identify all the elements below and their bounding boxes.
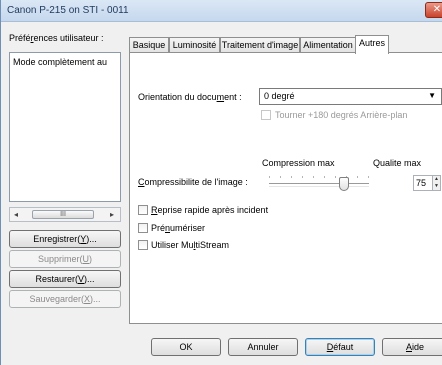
rotate-180-checkbox[interactable] — [261, 110, 271, 120]
user-preferences-label: Préférences utilisateur : — [9, 33, 104, 43]
scroll-right-icon[interactable]: ▸ — [110, 210, 114, 219]
prescan-checkbox[interactable] — [138, 223, 148, 233]
title-bar[interactable]: Canon P-215 on STI - 0011 ✕ — [1, 0, 442, 22]
spin-arrows-icon[interactable]: ▲ ▼ — [432, 176, 440, 190]
compression-slider-thumb[interactable] — [339, 177, 349, 191]
orientation-value: 0 degré — [264, 91, 295, 101]
multistream-label: Utiliser MultiStream — [151, 240, 230, 250]
scroll-thumb[interactable]: III — [32, 210, 94, 219]
quality-max-label: Qualite max — [373, 158, 422, 168]
slider-ticks — [269, 176, 369, 178]
window-title: Canon P-215 on STI - 0011 — [7, 5, 129, 16]
save-preferences-button[interactable]: Enregistrer(Y)... — [9, 230, 121, 248]
prescan-label: Prénumériser — [151, 223, 206, 233]
quick-resume-label: Reprise rapide après incident — [151, 205, 269, 215]
orientation-select[interactable]: 0 degré ▼ — [259, 88, 442, 105]
backup-preferences-button[interactable]: Sauvegarder(X)... — [9, 290, 121, 308]
delete-preferences-button[interactable]: Supprimer(U) — [9, 250, 121, 268]
list-item[interactable]: Mode complètement au — [13, 57, 119, 67]
restore-preferences-button[interactable]: Restaurer(V)... — [9, 270, 121, 288]
tab-autres[interactable]: Autres — [355, 35, 389, 54]
compression-max-label: Compression max — [262, 158, 335, 168]
cancel-button[interactable]: Annuler — [228, 338, 298, 356]
compression-value[interactable]: 75 — [416, 178, 426, 188]
scroll-left-icon[interactable]: ◂ — [14, 210, 18, 219]
close-icon: ✕ — [432, 4, 442, 15]
compression-slider-track[interactable] — [269, 183, 369, 187]
orientation-label: Orientation du document : — [138, 92, 242, 102]
scanner-settings-window: Canon P-215 on STI - 0011 ✕ Préférences … — [0, 0, 442, 365]
multistream-checkbox[interactable] — [138, 240, 148, 250]
tab-luminosite[interactable]: Luminosité — [169, 37, 220, 53]
horizontal-scrollbar[interactable]: ◂ III ▸ — [9, 207, 121, 222]
tab-basique[interactable]: Basique — [129, 37, 169, 53]
quick-resume-checkbox[interactable] — [138, 205, 148, 215]
compression-spinbox[interactable]: 75 ▲ ▼ — [413, 175, 441, 191]
ok-button[interactable]: OK — [151, 338, 221, 356]
compressibility-label: Compressibilite de l'image : — [138, 177, 248, 187]
rotate-180-label: Tourner +180 degrés Arrière-plan — [275, 110, 408, 120]
tab-traitement-image[interactable]: Traitement d'image — [220, 37, 300, 53]
chevron-down-icon: ▼ — [428, 91, 436, 100]
help-button[interactable]: Aide — [382, 338, 442, 356]
close-button[interactable]: ✕ — [425, 2, 442, 18]
user-preferences-list[interactable]: Mode complètement au — [9, 52, 121, 202]
tab-alimentation[interactable]: Alimentation — [300, 37, 356, 53]
default-button[interactable]: Défaut — [305, 338, 375, 356]
